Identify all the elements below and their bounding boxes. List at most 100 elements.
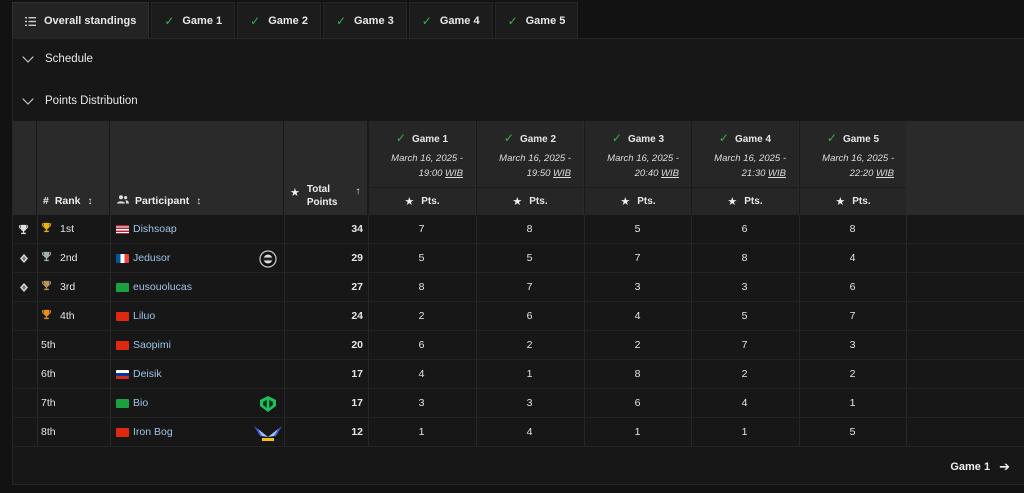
participant-cell[interactable]: eusouolucas — [116, 273, 276, 301]
cn-flag-icon — [116, 340, 129, 350]
rank-value: 2nd — [60, 252, 78, 264]
game-5-points: 5 — [849, 426, 856, 438]
game-date: March 16, 2025 - — [391, 153, 463, 164]
tab-label: Game 1 — [182, 15, 223, 27]
game-date: March 16, 2025 - — [499, 153, 571, 164]
points-column-header[interactable]: ★ Pts. — [585, 187, 691, 215]
check-icon: ✓ — [421, 14, 432, 28]
points-distribution-toggle[interactable]: Points Distribution — [22, 93, 138, 107]
participant-name[interactable]: Bio — [133, 397, 148, 409]
game-2-points: 5 — [526, 252, 533, 264]
points-column-header[interactable]: ★ Pts. — [477, 187, 583, 215]
participant-cell[interactable]: Jedusor — [116, 244, 276, 272]
total-points-label-1: Total — [306, 184, 331, 195]
participant-name[interactable]: eusouolucas — [133, 281, 192, 293]
star-icon: ★ — [290, 187, 300, 199]
game-5-points: 7 — [849, 310, 856, 322]
game-header-label: Game 1 — [411, 134, 449, 145]
participant-name[interactable]: Dishsoap — [133, 223, 177, 235]
rank-header-label: Rank — [54, 195, 81, 207]
points-label: Pts. — [529, 196, 548, 207]
game-4-points: 7 — [741, 339, 748, 351]
star-icon: ★ — [404, 196, 415, 208]
game-4-header: ✓ Game 4 March 16, 2025 - 21:30 WIB ★ Pts. — [691, 121, 798, 215]
cn-flag-icon — [116, 311, 129, 321]
sort-icon: ↕ — [196, 195, 202, 207]
check-icon: ✓ — [718, 131, 729, 145]
participant-cell[interactable]: Bio — [116, 389, 276, 417]
game-timezone: WIB — [445, 168, 463, 179]
game-date: March 16, 2025 - — [822, 153, 894, 164]
tab-overall-standings[interactable]: Overall standings — [12, 2, 150, 39]
game-1-points: 2 — [418, 310, 425, 322]
points-label: Pts. — [637, 196, 656, 207]
orange-trophy-icon — [41, 309, 52, 323]
rank-value: 7th — [41, 397, 56, 409]
tab-game-4[interactable]: ✓ Game 4 — [408, 2, 493, 39]
total-points-header[interactable]: ★ Total Points ↑ — [284, 121, 368, 215]
table-row: 8th Iron Bog 12 1 4 1 1 5 — [13, 418, 1024, 447]
rank-header[interactable]: # Rank ↕ — [37, 121, 110, 215]
total-points-value: 20 — [351, 339, 363, 351]
list-ordered-icon — [25, 16, 36, 26]
game-4-points: 8 — [741, 252, 748, 264]
game-header-label: Game 3 — [627, 134, 665, 145]
check-icon: ✓ — [503, 131, 514, 145]
game-3-header: ✓ Game 3 March 16, 2025 - 20:40 WIB ★ Pts. — [584, 121, 691, 215]
points-label: Pts. — [852, 196, 871, 207]
game-4-points: 4 — [741, 397, 748, 409]
participant-name[interactable]: Iron Bog — [133, 426, 173, 438]
participant-name[interactable]: Deisik — [133, 368, 162, 380]
points-column-header[interactable]: ★ Pts. — [692, 187, 798, 215]
arrow-right-icon: ➔ — [999, 459, 1010, 474]
game-3-points: 4 — [634, 310, 641, 322]
points-distribution-label: Points Distribution — [45, 95, 138, 107]
green-team-logo-icon — [257, 394, 279, 414]
participant-header[interactable]: Participant ↕ — [110, 121, 284, 215]
game-2-points: 3 — [526, 397, 533, 409]
rank-value: 6th — [41, 368, 56, 380]
rank-cell: 6th — [41, 360, 110, 388]
tab-bar: Overall standings ✓ Game 1 ✓ Game 2 ✓ Game … — [12, 2, 580, 39]
participant-name[interactable]: Saopimi — [133, 339, 171, 351]
next-game-label: Game 1 — [950, 461, 991, 473]
table-row: 2nd Jedusor 29 5 5 7 8 4 — [13, 244, 1024, 273]
participant-cell[interactable]: Deisik — [116, 360, 276, 388]
silver-trophy-icon — [41, 251, 52, 265]
participant-cell[interactable]: Dishsoap — [116, 215, 276, 243]
game-timezone: WIB — [768, 168, 786, 179]
hk-flag-icon — [116, 427, 129, 437]
diamond-icon — [20, 244, 30, 272]
points-column-header[interactable]: ★ Pts. — [369, 187, 475, 215]
tab-game-1[interactable]: ✓ Game 1 — [151, 2, 236, 39]
check-icon: ✓ — [611, 131, 622, 145]
participant-name[interactable]: Jedusor — [133, 252, 170, 264]
game-4-points: 5 — [741, 310, 748, 322]
participant-name[interactable]: Liluo — [133, 310, 155, 322]
schedule-toggle[interactable]: Schedule — [22, 51, 93, 65]
game-5-points: 1 — [849, 397, 856, 409]
game-1-header: ✓ Game 1 March 16, 2025 - 19:00 WIB ★ Pts. — [368, 121, 475, 215]
game-4-points: 3 — [741, 281, 748, 293]
next-game-button[interactable]: Game 1 ➔ — [950, 459, 1010, 475]
check-icon: ✓ — [335, 14, 346, 28]
points-column-header[interactable]: ★ Pts. — [800, 187, 906, 215]
check-icon: ✓ — [250, 14, 261, 28]
tab-game-5[interactable]: ✓ Game 5 — [494, 2, 579, 39]
star-icon: ★ — [835, 196, 846, 208]
participant-cell[interactable]: Liluo — [116, 302, 276, 330]
us-flag-icon — [116, 224, 129, 234]
tab-game-3[interactable]: ✓ Game 3 — [322, 2, 407, 39]
game-3-points: 2 — [634, 339, 641, 351]
game-2-points: 6 — [526, 310, 533, 322]
total-points-value: 24 — [351, 310, 363, 322]
rank-value: 3rd — [60, 281, 76, 293]
br-flag-icon — [116, 398, 129, 408]
game-3-points: 1 — [634, 426, 641, 438]
participant-cell[interactable]: Saopimi — [116, 331, 276, 359]
table-row: 1st Dishsoap 34 7 8 5 6 8 — [13, 215, 1024, 244]
game-2-header: ✓ Game 2 March 16, 2025 - 19:50 WIB ★ Pts. — [476, 121, 583, 215]
sort-icon: ↕ — [87, 195, 93, 207]
tab-game-2[interactable]: ✓ Game 2 — [237, 2, 321, 39]
game-1-points: 3 — [418, 397, 425, 409]
